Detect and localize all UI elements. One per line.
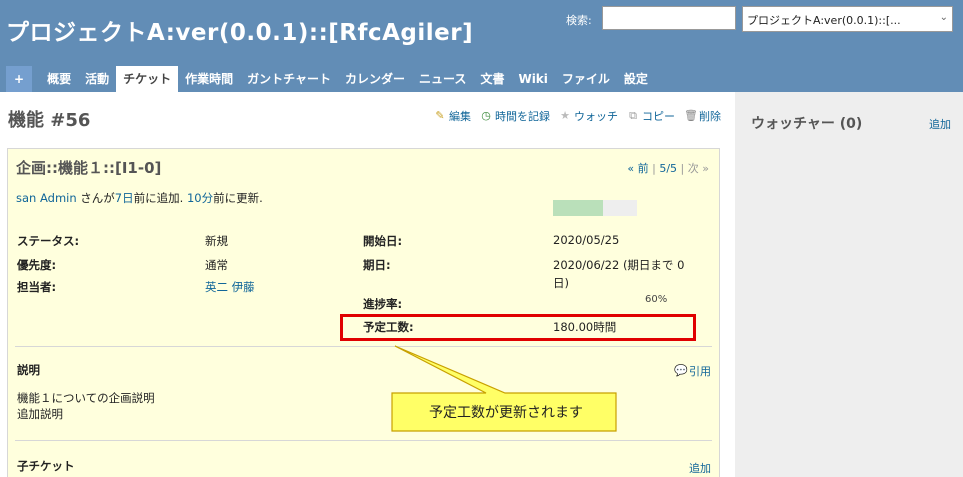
callout-text: 予定工数が更新されます [429,405,583,421]
